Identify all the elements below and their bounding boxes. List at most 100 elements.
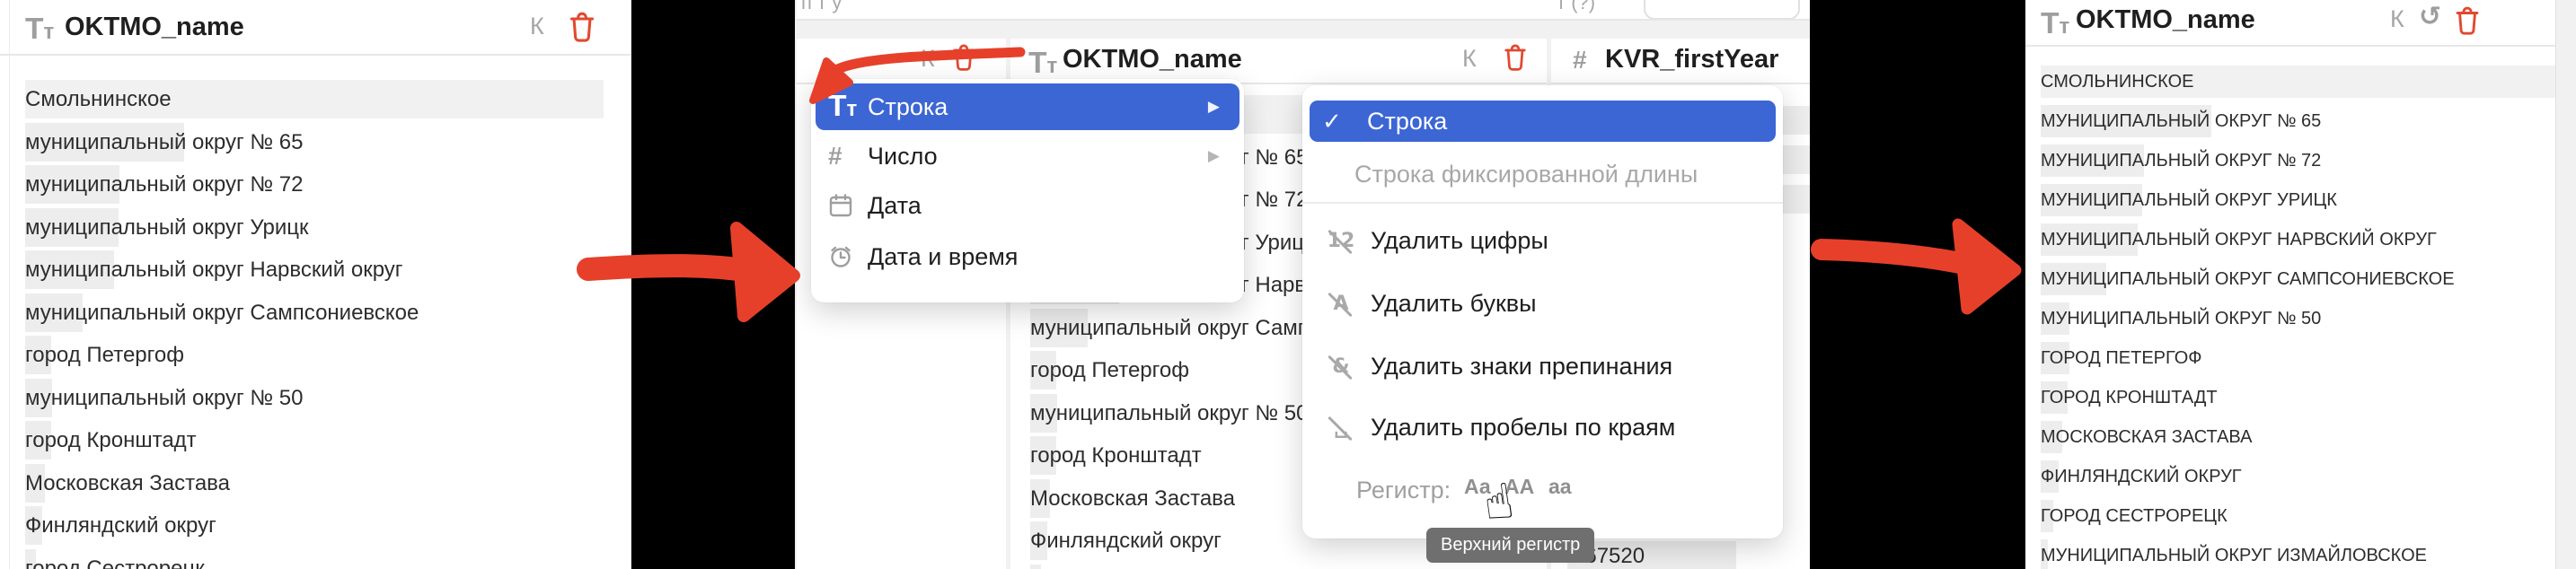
case-label: Регистр: <box>1356 476 1451 503</box>
left-value-list: Смольнинское муниципальный округ № 65 му… <box>0 56 631 569</box>
cell-text: муниципальный округ Нарвский округ <box>25 258 403 282</box>
type-menu: Tт Строка ▶ # Число ▶ Дата Дата и время <box>811 79 1244 302</box>
column-title: OKTMO_name <box>2076 5 2255 34</box>
menu-item-label: Дата <box>868 191 922 219</box>
cell-text: город Кронштадт <box>25 428 197 452</box>
column-title: OKTMO_name <box>1063 45 1242 74</box>
string-type-icon[interactable]: Tт <box>25 14 54 45</box>
cell-text: МУНИЦИПАЛЬНЫЙ ОКРУГ № 65 <box>2041 111 2322 131</box>
list-item[interactable]: Смольнинское <box>0 79 631 119</box>
column-title: KVR_firstYear <box>1605 45 1779 74</box>
kvr-column-header: # KVR_firstYear <box>1551 39 1810 84</box>
submenu-item-trim-spaces[interactable]: ␣ Удалить пробелы по краям <box>1310 407 1776 448</box>
list-item[interactable]: ФИНЛЯНДСКИЙ ОКРУГ <box>2025 460 2576 494</box>
cell-text: МОСКОВСКАЯ ЗАСТАВА <box>2041 427 2253 447</box>
string-type-icon: Tт <box>828 90 858 124</box>
list-item[interactable]: город Петергоф <box>0 335 631 375</box>
tooltip-upper-case: Верхний регистр <box>1426 528 1595 563</box>
cell-text: муниципальный округ Сампсониевское <box>25 300 419 325</box>
list-item[interactable]: ГОРОД ПЕТЕРГОФ <box>2025 341 2576 375</box>
list-item[interactable]: МУНИЦИПАЛЬНЫЙ ОКРУГ НАРВСКИЙ ОКРУГ <box>2025 223 2576 257</box>
scrollbar-gutter[interactable] <box>2555 0 2576 569</box>
toolbar-card-corner <box>1644 0 1800 19</box>
clock-icon <box>828 244 868 269</box>
trim-spaces-icon: ␣ <box>1324 416 1358 439</box>
cell-text: муниципальный округ Урицк <box>25 214 309 240</box>
menu-divider <box>1302 202 1783 204</box>
column-title: OKTMO_name <box>65 13 244 41</box>
submenu-item-label: Удалить цифры <box>1371 226 1548 254</box>
list-item[interactable]: Финляндский округ <box>0 505 631 546</box>
cell-text: ГОРОД ПЕТЕРГОФ <box>2041 348 2202 368</box>
cell-text: МУНИЦИПАЛЬНЫЙ ОКРУГ ИЗМАЙЛОВСКОЕ <box>2041 546 2427 565</box>
submenu-item-remove-letters[interactable]: А Удалить буквы <box>1310 283 1776 324</box>
list-item[interactable]: МУНИЦИПАЛЬНЫЙ ОКРУГ № 72 <box>2025 144 2576 178</box>
list-item[interactable]: город Кронштадт <box>0 420 631 460</box>
key-badge[interactable]: К <box>530 13 544 40</box>
submenu-item-label: Удалить пробелы по краям <box>1371 413 1676 441</box>
list-item[interactable]: муниципальный округ Сампсониевское <box>0 293 631 333</box>
list-item[interactable]: муниципальный округ Урицк <box>0 207 631 248</box>
string-type-icon[interactable]: Tт <box>2041 9 2069 39</box>
undo-button[interactable]: ↺ <box>2419 4 2441 31</box>
menu-item-label: Дата и время <box>868 242 1019 270</box>
list-item[interactable]: СМОЛЬНИНСКОЕ <box>2025 65 2576 99</box>
list-item[interactable]: МУНИЦИПАЛЬНЫЙ ОКРУГ № 65 <box>2025 104 2576 138</box>
list-item[interactable]: МУНИЦИПАЛЬНЫЙ ОКРУГ ИЗМАЙЛОВСКОЕ <box>2025 538 2576 569</box>
toolbar-text-fragment: т (?) <box>1557 0 1596 13</box>
cell-text: МУНИЦИПАЛЬНЫЙ ОКРУГ № 72 <box>2041 151 2322 171</box>
menu-item-date[interactable]: Дата <box>816 184 1239 227</box>
cell-text: город Сестрорецк <box>25 556 205 569</box>
screenshot-canvas: Tт OKTMO_name К Смольнинское муниципальн… <box>0 0 2576 569</box>
list-item[interactable]: муниципальный округ № 65 <box>0 122 631 162</box>
submenu-item-fixed-string[interactable]: Строка фиксированной длины <box>1310 153 1776 195</box>
list-item[interactable]: муниципальный округ № 50 <box>0 378 631 418</box>
number-type-icon[interactable]: # <box>1573 48 1587 73</box>
delete-column-button[interactable] <box>568 11 596 43</box>
submenu-item-remove-punctuation[interactable]: & Удалить знаки препинания <box>1310 346 1776 387</box>
cell-text: муниципальный округ № 65 <box>25 129 304 154</box>
right-column-header: Tт OKTMO_name К ↺ <box>2025 0 2576 47</box>
submenu-arrow-icon: ▶ <box>1207 147 1220 164</box>
list-item[interactable]: МУНИЦИПАЛЬНЫЙ ОКРУГ САМПСОНИЕВСКОЕ <box>2025 262 2576 296</box>
list-item[interactable]: МОСКОВСКАЯ ЗАСТАВА <box>2025 420 2576 454</box>
string-type-icon[interactable]: Tт <box>1028 48 1057 79</box>
list-item[interactable]: муниципальный округ № 72 <box>0 164 631 205</box>
check-icon: ✓ <box>1322 107 1342 135</box>
delete-column-button[interactable] <box>951 43 976 72</box>
submenu-item-label: Строка <box>1367 107 1448 135</box>
list-item[interactable]: ГОРОД КРОНШТАДТ <box>2025 381 2576 415</box>
trash-icon <box>569 12 595 42</box>
delete-column-button[interactable] <box>1503 43 1528 72</box>
list-item[interactable]: Московская Застава <box>0 463 631 503</box>
list-item[interactable]: город Сестрорецк <box>0 548 631 569</box>
undo-icon: ↺ <box>2419 1 2442 32</box>
left-column-card: Tт OKTMO_name К Смольнинское муниципальн… <box>0 0 631 569</box>
list-item[interactable]: город Сестрорецк <box>1010 564 1547 569</box>
trash-icon <box>2456 6 2479 35</box>
submenu-arrow-icon: ▶ <box>1207 98 1220 115</box>
menu-item-number[interactable]: # Число ▶ <box>816 135 1239 178</box>
cropped-toolbar-strip: п т у т (?) <box>797 0 1810 21</box>
list-item[interactable]: МУНИЦИПАЛЬНЫЙ ОКРУГ № 50 <box>2025 302 2576 336</box>
calendar-icon <box>828 193 868 218</box>
key-badge[interactable]: К <box>1462 45 1477 73</box>
case-row: Регистр: Аа АА аа <box>1310 469 1776 511</box>
key-badge[interactable]: К <box>2390 5 2404 33</box>
submenu-item-remove-digits[interactable]: 12 Удалить цифры <box>1310 220 1776 261</box>
cell-text: МУНИЦИПАЛЬНЫЙ ОКРУГ № 50 <box>2041 309 2322 328</box>
delete-column-button[interactable] <box>2454 5 2481 36</box>
case-lower-button[interactable]: аа <box>1548 475 1572 499</box>
menu-item-string[interactable]: Tт Строка ▶ <box>816 83 1239 130</box>
submenu-item-string[interactable]: ✓ Строка <box>1310 101 1776 142</box>
menu-item-datetime[interactable]: Дата и время <box>816 233 1239 280</box>
cell-text: ГОРОД КРОНШТАДТ <box>2041 388 2218 407</box>
cell-text: ФИНЛЯНДСКИЙ ОКРУГ <box>2041 467 2242 486</box>
submenu-item-label: Удалить знаки препинания <box>1371 352 1673 380</box>
list-item[interactable]: муниципальный округ Нарвский округ <box>0 249 631 290</box>
remove-digits-icon: 12 <box>1324 230 1358 252</box>
menu-item-label: Строка <box>868 92 948 120</box>
list-item[interactable]: ГОРОД СЕСТРОРЕЦК <box>2025 499 2576 533</box>
list-item[interactable]: МУНИЦИПАЛЬНЫЙ ОКРУГ УРИЦК <box>2025 183 2576 217</box>
key-badge[interactable]: К <box>921 45 935 73</box>
